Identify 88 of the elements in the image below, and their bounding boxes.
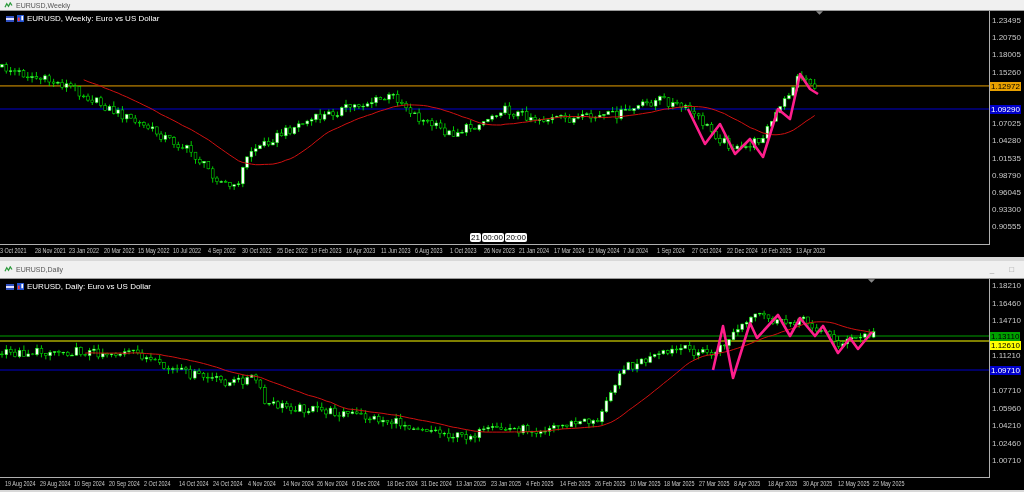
date-tick-label: 4 Nov 2024 [247, 479, 276, 489]
price-tick-label: 1.01535 [992, 153, 1021, 163]
date-tick-label: 29 Aug 2024 [39, 479, 71, 489]
date-tick-label: 12 May 2024 [588, 246, 620, 256]
price-tick-label: 1.18210 [992, 281, 1021, 290]
date-tick-label: 13 Jan 2025 [456, 479, 487, 489]
price-tag: 1.09710 [990, 366, 1021, 375]
chart-label: EURUSD, Weekly: Euro vs US Dollar [27, 14, 160, 23]
date-tick-label: 7 Jul 2024 [622, 246, 648, 256]
date-tick-label: 18 Dec 2024 [386, 479, 418, 489]
date-tick-label: 2 Oct 2024 [143, 479, 171, 489]
time-label: 21 [470, 233, 481, 242]
date-tick-label: 19 Feb 2023 [311, 246, 342, 256]
price-tick-label: 0.90555 [992, 222, 1021, 232]
price-tick-label: 1.05960 [992, 403, 1021, 413]
date-tick-label: 26 Nov 2024 [317, 479, 349, 489]
chart-icon [4, 266, 13, 273]
window-control-button[interactable]: _ [983, 262, 1001, 277]
chart-icon [4, 1, 13, 9]
price-tag: 1.12972 [990, 81, 1021, 91]
date-tick-label: 26 Nov 2023 [484, 246, 516, 256]
date-tick-label: 16 Feb 2025 [761, 246, 792, 256]
date-tick-label: 10 Mar 2025 [629, 479, 661, 489]
price-tag: 1.13110 [990, 332, 1021, 341]
date-tick-label: 31 Dec 2024 [421, 479, 453, 489]
time-label: 00:00 [481, 233, 504, 242]
price-tick-label: 1.23495 [992, 16, 1021, 25]
price-tick-label: 1.20750 [992, 33, 1021, 43]
date-tick-label: 18 Mar 2025 [664, 479, 695, 489]
price-tick-label: 0.96045 [992, 188, 1021, 197]
date-tick-label: 20 Sep 2024 [109, 479, 140, 489]
price-tick-label: 1.04210 [992, 421, 1021, 430]
date-tick-label: 6 Aug 2023 [415, 246, 443, 256]
date-tick-label: 20 Mar 2022 [103, 246, 135, 256]
price-tick-label: 0.93300 [992, 205, 1021, 215]
price-tick-label: 1.18005 [992, 50, 1021, 60]
date-tick-label: 16 Apr 2023 [346, 246, 376, 256]
date-tick-label: 27 Mar 2025 [699, 479, 730, 489]
flag-icon [6, 283, 14, 290]
date-tick-label: 3 Oct 2021 [0, 246, 27, 256]
date-tick-label: 30 Apr 2025 [803, 479, 833, 489]
price-tick-label: 1.16460 [992, 298, 1021, 308]
price-tick-label: 1.02460 [992, 438, 1021, 448]
flag-icon [6, 15, 14, 22]
price-tick-label: 0.98790 [992, 170, 1021, 180]
date-tick-label: 19 Aug 2024 [5, 479, 36, 489]
price-tag: 1.12610 [990, 341, 1021, 350]
price-tick-label: 1.00710 [992, 456, 1021, 465]
date-tick-label: 21 Jan 2024 [519, 246, 549, 256]
price-tick-label: 1.07025 [992, 119, 1021, 129]
date-tick-label: 6 Dec 2024 [352, 479, 380, 489]
chart-type-icon [17, 283, 24, 290]
date-tick-label: 23 Jan 2025 [490, 479, 521, 489]
date-tick-label: 14 Nov 2024 [282, 479, 314, 489]
price-tick-label: 1.04280 [992, 136, 1021, 146]
date-tick-label: 15 May 2022 [138, 246, 170, 256]
price-tag: 1.09290 [990, 105, 1021, 114]
date-tick-label: 23 Jan 2022 [69, 246, 100, 256]
date-tick-label: 25 Dec 2022 [276, 246, 308, 256]
date-tick-label: 1 Oct 2023 [449, 246, 477, 256]
date-tick-label: 11 Jun 2023 [380, 246, 411, 256]
date-tick-label: 22 May 2025 [872, 479, 904, 489]
date-tick-label: 27 Oct 2024 [692, 246, 722, 256]
price-tick-label: 1.11210 [992, 351, 1021, 360]
date-tick-label: 14 Feb 2025 [560, 479, 591, 489]
date-tick-label: 18 Apr 2025 [768, 479, 798, 489]
date-tick-label: 17 Mar 2024 [553, 246, 585, 256]
date-tick-label: 30 Oct 2022 [242, 246, 272, 256]
date-tick-label: 24 Oct 2024 [213, 479, 243, 489]
date-tick-label: 28 Nov 2021 [34, 246, 66, 256]
time-label: 20:00 [504, 233, 527, 242]
date-tick-label: 10 Sep 2024 [74, 479, 106, 489]
price-tick-label: 1.14710 [992, 316, 1021, 325]
chart-label: EURUSD, Daily: Euro vs US Dollar [27, 282, 152, 291]
date-tick-label: 12 May 2025 [837, 479, 870, 489]
date-tick-label: 1 Sep 2024 [657, 246, 686, 256]
window-control-button[interactable]: □ [1003, 262, 1020, 277]
chart-type-icon [17, 15, 24, 22]
price-tick-label: 1.15260 [992, 67, 1021, 77]
date-tick-label: 10 Jul 2022 [173, 246, 202, 256]
date-tick-label: 13 Apr 2025 [795, 246, 826, 256]
date-tick-label: 26 Feb 2025 [594, 479, 626, 489]
date-tick-label: 4 Sep 2022 [207, 246, 236, 256]
date-tick-label: 14 Oct 2024 [178, 479, 209, 489]
date-tick-label: 22 Dec 2024 [726, 246, 758, 256]
date-tick-label: 8 Apr 2025 [733, 479, 760, 489]
date-tick-label: 4 Feb 2025 [525, 479, 554, 489]
price-tick-label: 1.07710 [992, 386, 1021, 395]
